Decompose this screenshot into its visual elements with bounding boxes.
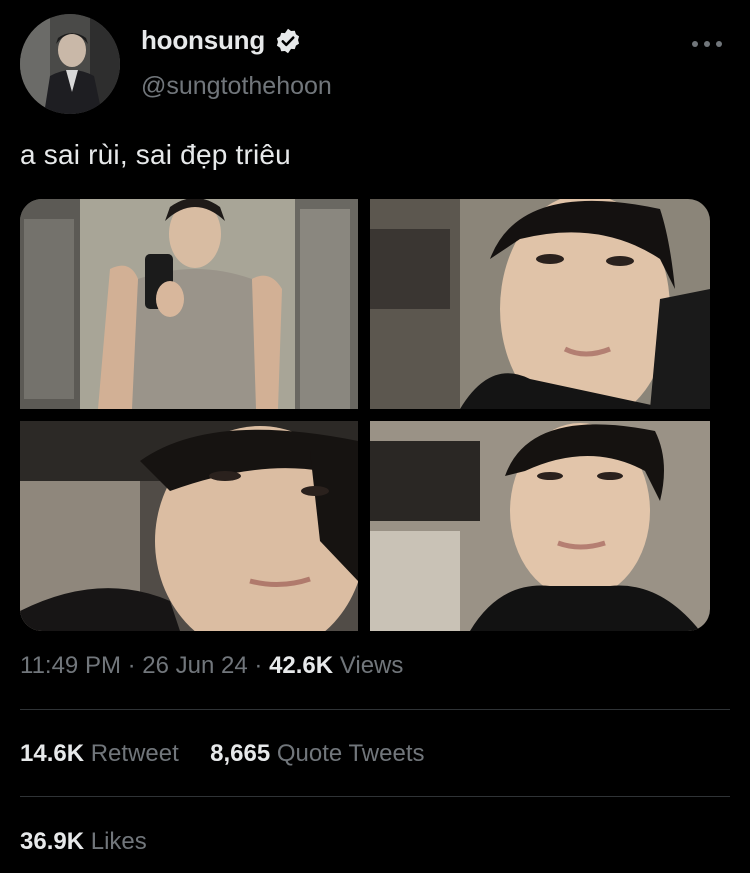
views-label: Views <box>339 652 404 679</box>
meta-separator: · <box>254 652 263 679</box>
retweets-stat[interactable]: 14.6K Retweet <box>20 740 185 767</box>
likes-count: 36.9K <box>20 828 85 855</box>
quotes-label: Quote Tweets <box>276 740 425 767</box>
display-name[interactable]: hoonsung <box>141 25 265 56</box>
tweet-meta: 11:49 PM · 26 Jun 24 · 42.6K Views <box>20 652 403 680</box>
likes-label: Likes <box>90 828 147 855</box>
tweet-photo-4[interactable] <box>370 421 710 631</box>
likes-row: 36.9K Likes <box>20 828 147 856</box>
divider <box>20 709 730 710</box>
tweet-text: a sai rùi, sai đẹp triêu <box>20 139 291 170</box>
views-count: 42.6K <box>269 652 334 679</box>
retweets-label: Retweet <box>90 740 179 767</box>
quotes-stat[interactable]: 8,665 Quote Tweets <box>210 740 424 767</box>
tweet-time[interactable]: 11:49 PM <box>20 652 121 679</box>
divider <box>20 796 730 797</box>
tweet-photo-2[interactable] <box>370 199 710 409</box>
user-handle[interactable]: @sungtothehoon <box>141 72 332 101</box>
engagement-row: 14.6K Retweet 8,665 Quote Tweets <box>20 740 425 768</box>
verified-badge-icon <box>276 28 300 54</box>
quotes-count: 8,665 <box>210 740 271 767</box>
media-grid <box>20 199 710 631</box>
avatar[interactable] <box>20 14 120 114</box>
more-options-icon[interactable] <box>692 34 722 54</box>
tweet-photo-1[interactable] <box>20 199 358 409</box>
retweets-count: 14.6K <box>20 740 85 767</box>
tweet-photo-3[interactable] <box>20 421 358 631</box>
likes-stat[interactable]: 36.9K Likes <box>20 828 147 855</box>
tweet-date[interactable]: 26 Jun 24 <box>142 652 247 679</box>
meta-separator: · <box>127 652 136 679</box>
